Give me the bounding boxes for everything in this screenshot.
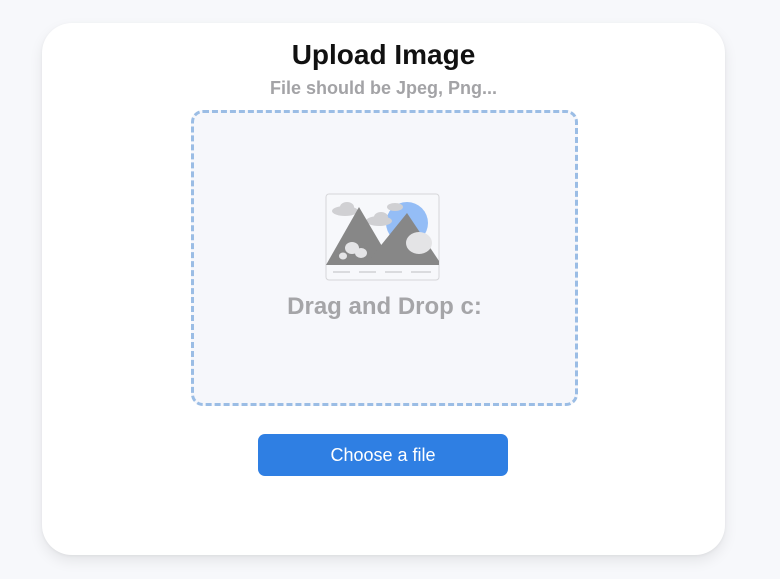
drop-zone[interactable]: Drag and Drop c: — [191, 110, 578, 406]
image-placeholder-icon — [325, 193, 440, 281]
choose-file-button[interactable]: Choose a file — [258, 434, 508, 476]
drag-drop-label: Drag and Drop c: — [287, 293, 482, 320]
file-type-hint: File should be Jpeg, Png... — [269, 78, 498, 98]
upload-card: Upload Image File should be Jpeg, Png... — [42, 23, 725, 555]
page-title: Upload Image — [291, 39, 476, 70]
